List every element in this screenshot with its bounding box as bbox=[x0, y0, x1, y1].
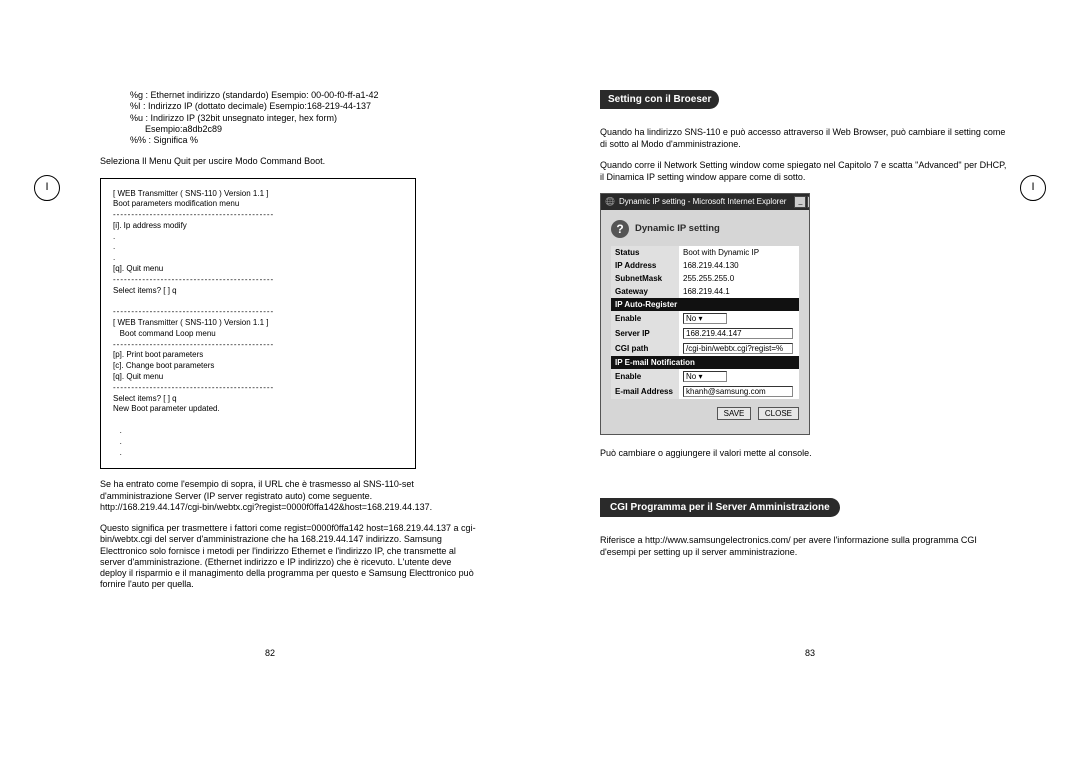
side-badge-right: I bbox=[1020, 175, 1046, 201]
term-line: [q]. Quit menu bbox=[113, 372, 403, 383]
server-ip-input[interactable]: 168.219.44.147 bbox=[683, 328, 793, 339]
window-body: ? Dynamic IP setting Status Boot with Dy… bbox=[601, 210, 809, 434]
page-number-left: 82 bbox=[0, 648, 540, 658]
question-icon: ? bbox=[611, 220, 629, 238]
term-line: [c]. Change boot parameters bbox=[113, 361, 403, 372]
caption-text: Può cambiare o aggiungere il valori mett… bbox=[600, 447, 1010, 459]
term-line: Boot command Loop menu bbox=[113, 329, 403, 340]
enable1-select[interactable]: No ▾ bbox=[683, 313, 727, 324]
term-line: Select items? [ ] q bbox=[113, 286, 403, 297]
server-ip-label: Server IP bbox=[611, 326, 679, 341]
sep-email-label: IP E-mail Notification bbox=[611, 356, 799, 369]
minimize-icon[interactable]: _ bbox=[794, 196, 806, 208]
term-line: . bbox=[113, 426, 403, 437]
term-line bbox=[113, 296, 403, 307]
window-controls: _ □ × bbox=[794, 196, 809, 208]
term-line: ----------------------------------------… bbox=[113, 275, 403, 286]
p1-text: Se ha entrato come l'esempio di sopra, i… bbox=[100, 479, 414, 500]
term-line: ----------------------------------------… bbox=[113, 383, 403, 394]
row-enable-1: Enable No ▾ bbox=[611, 311, 799, 326]
term-line: ----------------------------------------… bbox=[113, 210, 403, 221]
pct-line: %I : Indirizzo IP (dottato decimale) Ese… bbox=[130, 101, 480, 112]
term-line: ----------------------------------------… bbox=[113, 340, 403, 351]
row-cgi-path: CGI path /cgi-bin/webtx.cgi?regist=% bbox=[611, 341, 799, 356]
side-badge-left: I bbox=[34, 175, 60, 201]
pct-line: Esempio:a8db2c89 bbox=[130, 124, 480, 135]
section-heading-cgi: CGI Programma per il Server Amministrazi… bbox=[600, 498, 840, 517]
mask-label: SubnetMask bbox=[611, 272, 679, 285]
term-line: New Boot parameter updated. bbox=[113, 404, 403, 415]
term-line: ----------------------------------------… bbox=[113, 307, 403, 318]
button-row: SAVE CLOSE bbox=[611, 407, 799, 420]
enable2-label: Enable bbox=[611, 369, 679, 384]
enable2-select[interactable]: No ▾ bbox=[683, 371, 727, 382]
dynamic-ip-title: Dynamic IP setting bbox=[635, 223, 720, 234]
section-heading-setting: Setting con il Broeser bbox=[600, 90, 719, 109]
email-input[interactable]: khanh@samsung.com bbox=[683, 386, 793, 397]
r-para-2: Quando corre il Network Setting window c… bbox=[600, 159, 1010, 183]
pct-line: %u : Indirizzo IP (32bit unsegnato integ… bbox=[130, 113, 480, 124]
term-line bbox=[113, 415, 403, 426]
term-line: Boot parameters modification menu bbox=[113, 199, 403, 210]
term-line: Select items? [ ] q bbox=[113, 394, 403, 405]
status-value: Boot with Dynamic IP bbox=[679, 246, 799, 259]
save-button[interactable]: SAVE bbox=[717, 407, 752, 420]
cgi-label: CGI path bbox=[611, 341, 679, 356]
pct-line: %% : Significa % bbox=[130, 135, 480, 146]
row-email: E-mail Address khanh@samsung.com bbox=[611, 384, 799, 399]
term-line: [i]. Ip address modify bbox=[113, 221, 403, 232]
r-para-1: Quando ha lindirizzo SNS-110 e può acces… bbox=[600, 126, 1010, 150]
status-label: Status bbox=[611, 246, 679, 259]
term-line: . bbox=[113, 253, 403, 264]
window-titlebar: 🌐 Dynamic IP setting - Microsoft Interne… bbox=[601, 194, 809, 210]
p2: Questo significa per trasmettere i fatto… bbox=[100, 523, 480, 591]
row-mask: SubnetMask 255.255.255.0 bbox=[611, 272, 799, 285]
settings-table: Status Boot with Dynamic IP IP Address 1… bbox=[611, 246, 799, 399]
terminal-box: [ WEB Transmitter ( SNS-110 ) Version 1.… bbox=[100, 178, 416, 470]
term-line: . bbox=[113, 232, 403, 243]
sep-auto-register-label: IP Auto-Register bbox=[611, 298, 799, 311]
row-ip: IP Address 168.219.44.130 bbox=[611, 259, 799, 272]
mask-value: 255.255.255.0 bbox=[679, 272, 799, 285]
ip-value: 168.219.44.130 bbox=[679, 259, 799, 272]
term-line: [ WEB Transmitter ( SNS-110 ) Version 1.… bbox=[113, 318, 403, 329]
percent-notes: %g : Ethernet indirizzo (standardo) Esem… bbox=[130, 90, 480, 146]
enable1-label: Enable bbox=[611, 311, 679, 326]
pct-line: %g : Ethernet indirizzo (standardo) Esem… bbox=[130, 90, 480, 101]
p1: Se ha entrato come l'esempio di sopra, i… bbox=[100, 479, 480, 513]
page-left: I %g : Ethernet indirizzo (standardo) Es… bbox=[0, 0, 540, 763]
term-line: . bbox=[113, 448, 403, 459]
ie-icon: 🌐 bbox=[605, 197, 615, 206]
window-title: Dynamic IP setting - Microsoft Internet … bbox=[619, 197, 786, 206]
email-label: E-mail Address bbox=[611, 384, 679, 399]
gateway-label: Gateway bbox=[611, 285, 679, 298]
term-line: [p]. Print boot parameters bbox=[113, 350, 403, 361]
term-line: [ WEB Transmitter ( SNS-110 ) Version 1.… bbox=[113, 189, 403, 200]
page-right: I Setting con il Broeser Quando ha lindi… bbox=[540, 0, 1080, 763]
row-enable-2: Enable No ▾ bbox=[611, 369, 799, 384]
p1b-text: http://168.219.44.147/cgi-bin/webtx.cgi?… bbox=[100, 502, 432, 512]
r-para-3: Riferisce a http://www.samsungelectronic… bbox=[600, 534, 1010, 558]
term-line: . bbox=[113, 437, 403, 448]
maximize-icon[interactable]: □ bbox=[807, 196, 809, 208]
gateway-value: 168.219.44.1 bbox=[679, 285, 799, 298]
sep-email: IP E-mail Notification bbox=[611, 356, 799, 369]
quit-instruction: Seleziona Il Menu Quit per uscire Modo C… bbox=[100, 156, 480, 167]
cgi-input[interactable]: /cgi-bin/webtx.cgi?regist=% bbox=[683, 343, 793, 354]
sep-auto-register: IP Auto-Register bbox=[611, 298, 799, 311]
ip-label: IP Address bbox=[611, 259, 679, 272]
close-button[interactable]: CLOSE bbox=[758, 407, 799, 420]
dynamic-ip-window: 🌐 Dynamic IP setting - Microsoft Interne… bbox=[600, 193, 810, 435]
row-server-ip: Server IP 168.219.44.147 bbox=[611, 326, 799, 341]
term-line: [q]. Quit menu bbox=[113, 264, 403, 275]
row-status: Status Boot with Dynamic IP bbox=[611, 246, 799, 259]
term-line: . bbox=[113, 242, 403, 253]
page-number-right: 83 bbox=[540, 648, 1080, 658]
row-gateway: Gateway 168.219.44.1 bbox=[611, 285, 799, 298]
